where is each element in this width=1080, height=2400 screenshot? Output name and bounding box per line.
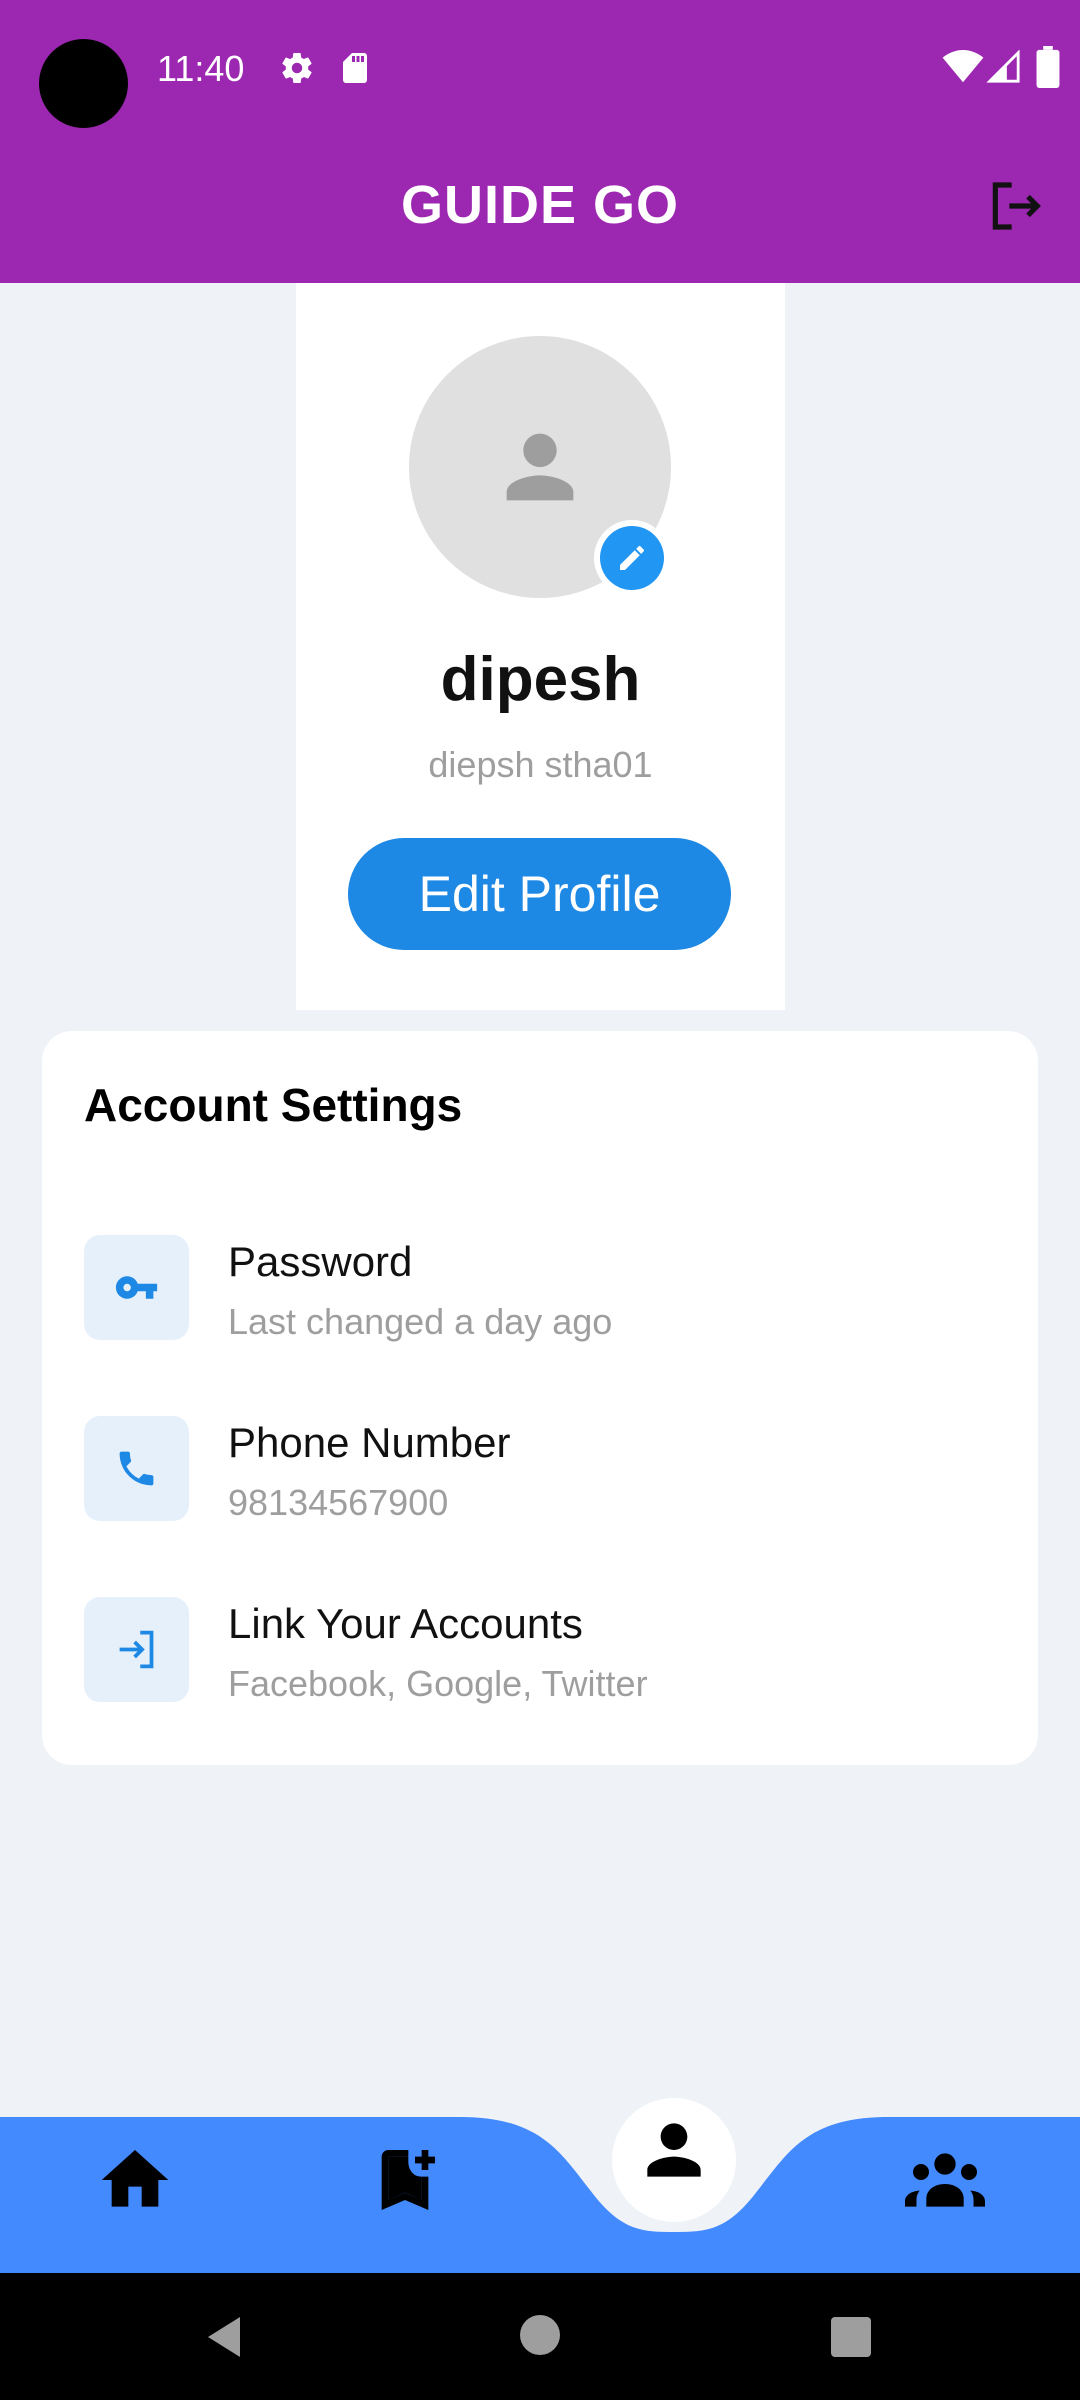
profile-name: dipesh: [440, 645, 641, 714]
profile-username: diepsh stha01: [428, 744, 653, 785]
edit-profile-button[interactable]: Edit Profile: [348, 838, 731, 950]
setting-icon-box: [84, 1416, 189, 1521]
setting-subtitle: 98134567900: [228, 1482, 449, 1523]
edit-avatar-circle: [600, 526, 664, 590]
key-icon: [115, 1276, 158, 1299]
app-title: GUIDE GO: [400, 175, 680, 235]
nav-home[interactable]: [95, 2140, 175, 2220]
setting-phone-number[interactable]: Phone Number 98134567900: [42, 1398, 1038, 1548]
back-icon[interactable]: [200, 2313, 248, 2361]
system-navigation-bar: [0, 2273, 1080, 2400]
nav-groups[interactable]: [905, 2148, 985, 2212]
account-settings-title: Account Settings: [84, 1079, 463, 1131]
sd-card-icon: [343, 53, 367, 83]
recents-square-icon[interactable]: [831, 2317, 871, 2357]
setting-icon-box: [84, 1235, 189, 1340]
setting-subtitle: Last changed a day ago: [228, 1301, 613, 1342]
app-header: 11:40 GUIDE GO: [0, 0, 1080, 283]
setting-subtitle: Facebook, Google, Twitter: [228, 1663, 648, 1704]
login-arrow-icon: [119, 1630, 154, 1669]
signal-icon: [986, 50, 1020, 83]
setting-label: Link Your Accounts: [228, 1600, 583, 1647]
camera-cutout: [39, 39, 128, 128]
bookmark-add-icon: [381, 2150, 435, 2210]
setting-label: Password: [228, 1238, 413, 1285]
setting-password[interactable]: Password Last changed a day ago: [42, 1217, 1038, 1367]
status-time: 11:40: [157, 48, 245, 89]
setting-label: Phone Number: [228, 1419, 511, 1466]
edit-avatar-button[interactable]: [594, 520, 670, 596]
setting-link-accounts[interactable]: Link Your Accounts Facebook, Google, Twi…: [42, 1579, 1038, 1729]
settings-icon: [282, 53, 312, 84]
battery-icon: [1036, 46, 1060, 88]
groups-icon: [905, 2153, 985, 2207]
person-icon: [506, 433, 574, 501]
account-settings-card: Account Settings Password Last changed a…: [42, 1031, 1038, 1765]
pencil-icon: [620, 545, 645, 570]
nav-profile[interactable]: [634, 2110, 714, 2190]
person-icon: [647, 2123, 701, 2177]
phone-icon: [119, 1451, 154, 1486]
setting-icon-box: [84, 1597, 189, 1702]
home-circle-icon[interactable]: [520, 2315, 560, 2355]
home-icon: [101, 2150, 169, 2207]
wifi-icon: [942, 50, 984, 83]
nav-bookmarks[interactable]: [365, 2140, 445, 2220]
logout-icon[interactable]: [986, 178, 1042, 234]
profile-screen: 11:40 GUIDE GO dipesh diepsh stha01 Edit…: [0, 0, 1080, 2400]
